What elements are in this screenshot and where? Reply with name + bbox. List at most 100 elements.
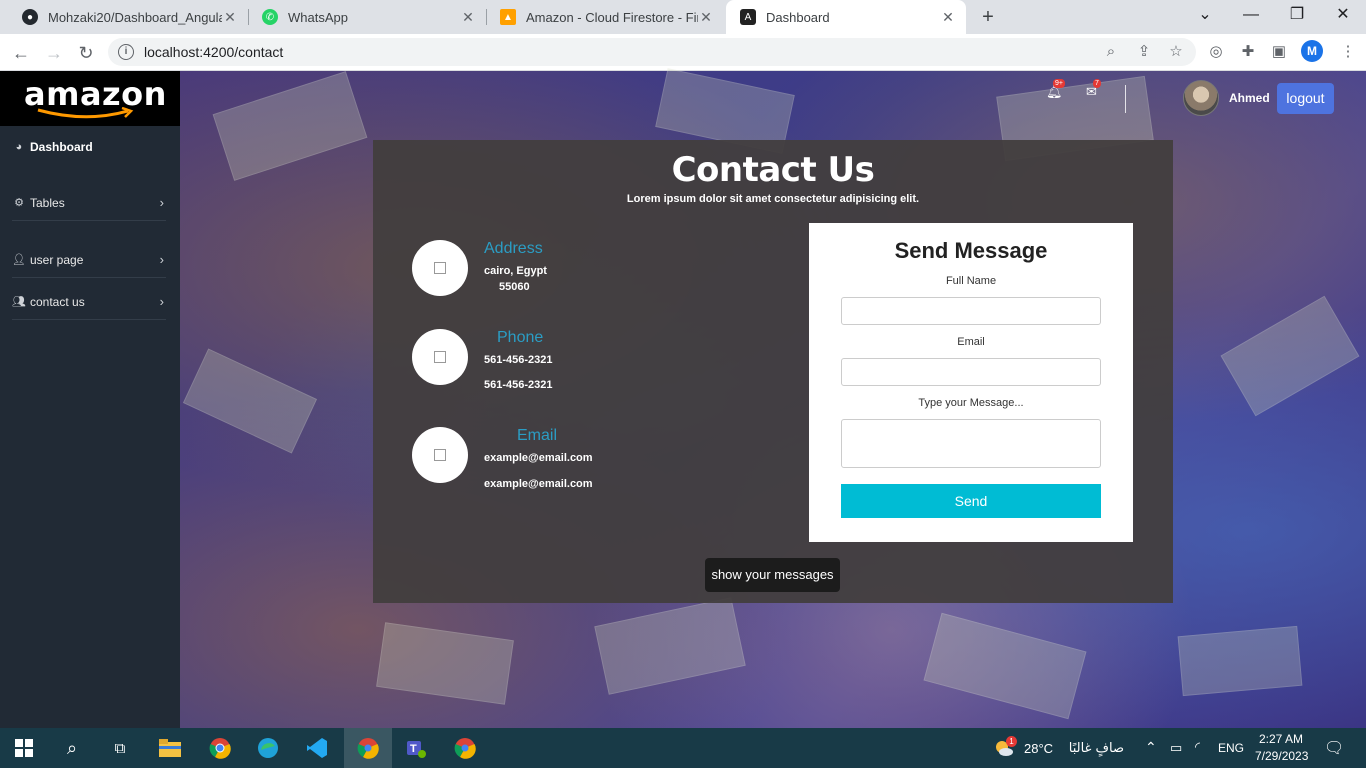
messages-button[interactable]: ✉ 7 (1086, 79, 1101, 100)
send-message-form: Send Message Full Name Email Type your M… (809, 223, 1133, 542)
message-label: Type your Message... (918, 397, 1024, 409)
tab-search-button[interactable]: ⌄ (1182, 0, 1228, 34)
profile-avatar[interactable]: M (1301, 40, 1323, 62)
file-explorer-icon[interactable] (156, 734, 184, 762)
task-view-icon[interactable]: ⧉ (106, 734, 134, 762)
username[interactable]: Ahmed (1229, 91, 1270, 105)
address-icon-circle (412, 240, 468, 296)
address-bar[interactable]: i localhost:4200/contact (108, 38, 1196, 66)
close-icon[interactable]: ✕ (222, 9, 238, 26)
extension-icon[interactable]: ◎ (1206, 42, 1226, 62)
chrome-profile-icon[interactable] (354, 734, 382, 762)
app-root: amazon ◕ Dashboard ⚙ Tables › 👤︎ user pa… (0, 68, 1366, 728)
wifi-icon[interactable]: ◜ (1195, 739, 1200, 755)
minimize-button[interactable]: — (1228, 0, 1274, 34)
close-icon[interactable]: ✕ (460, 9, 476, 26)
reload-button[interactable]: ↻ (73, 40, 99, 66)
email-input[interactable] (841, 358, 1101, 386)
svg-text:T: T (410, 743, 417, 755)
github-icon: ● (22, 9, 38, 25)
share-icon[interactable]: ⇪ (1134, 42, 1154, 62)
close-icon[interactable]: ✕ (698, 9, 714, 26)
email-line: example@email.com (484, 478, 593, 490)
sidebar-item-label: user page (30, 252, 84, 267)
phone-heading: Phone (497, 329, 544, 346)
phone-line: 561-456-2321 (484, 379, 553, 391)
map-marker-icon (434, 262, 446, 274)
tab-title: Amazon - Cloud Firestore - Fireb (526, 9, 698, 25)
contact-card: Contact Us Lorem ipsum dolor sit amet co… (373, 140, 1173, 603)
notification-center-icon[interactable]: 🗨︎ (1324, 738, 1344, 758)
send-button[interactable]: Send (841, 484, 1101, 518)
search-icon[interactable]: ⌕ (58, 734, 86, 762)
sidebar-item-tables[interactable]: ⚙ Tables › (12, 185, 166, 221)
avatar[interactable] (1183, 80, 1219, 116)
users-icon: 👥︎ (12, 296, 26, 308)
firebase-icon: ▲ (500, 9, 516, 25)
user-icon: 👤︎ (12, 254, 26, 266)
sidebar-item-label: contact us (30, 294, 85, 309)
full-name-label: Full Name (945, 275, 997, 287)
address-line: cairo, Egypt (484, 265, 547, 277)
windows-start-icon[interactable] (10, 734, 38, 762)
weather-condition[interactable]: صافٍ غالبًا (1064, 741, 1124, 756)
gear-icon: ⚙ (14, 197, 24, 209)
email-icon (434, 449, 446, 461)
message-textarea[interactable] (841, 419, 1101, 468)
tab-firebase[interactable]: ▲ Amazon - Cloud Firestore - Fireb ✕ (486, 0, 724, 34)
amazon-smile-icon (37, 107, 134, 119)
phone-line: 561-456-2321 (484, 354, 553, 366)
zoom-icon[interactable]: ⌕ (1101, 42, 1121, 62)
browser-tab-strip: ● Mohzaki20/Dashboard_Angular ✕ ✆ WhatsA… (0, 0, 1366, 34)
tab-whatsapp[interactable]: ✆ WhatsApp ✕ (248, 0, 486, 34)
new-tab-button[interactable]: + (976, 5, 1000, 29)
phone-icon (434, 351, 446, 363)
vscode-icon[interactable] (303, 734, 331, 762)
teams-icon[interactable]: T (402, 734, 430, 762)
clock-time[interactable]: 2:27 AM (1259, 732, 1303, 746)
menu-icon[interactable]: ⋮ (1338, 42, 1358, 62)
chrome-second-profile-icon[interactable] (451, 734, 479, 762)
chrome-icon[interactable] (206, 734, 234, 762)
sidebar-item-user-page[interactable]: 👤︎ user page › (12, 242, 166, 278)
address-heading: Address (484, 240, 543, 257)
brand-logo[interactable]: amazon (0, 71, 180, 126)
weather-badge: 1 (1006, 736, 1017, 747)
tab-github[interactable]: ● Mohzaki20/Dashboard_Angular ✕ (8, 0, 248, 34)
topbar-divider (1125, 85, 1126, 113)
language-indicator[interactable]: ENG (1218, 741, 1244, 755)
tab-title: Mohzaki20/Dashboard_Angular (48, 9, 222, 25)
chevron-up-icon[interactable]: ⌃ (1145, 739, 1157, 756)
email-line: example@email.com (484, 452, 593, 464)
side-panel-icon[interactable]: ▣ (1269, 42, 1289, 62)
maximize-button[interactable]: ❐ (1274, 0, 1320, 34)
clock-date[interactable]: 7/29/2023 (1255, 749, 1308, 763)
chevron-right-icon: › (159, 294, 164, 309)
weather-temperature[interactable]: 28°C (1024, 741, 1053, 756)
email-label: Email (957, 336, 985, 348)
show-messages-button[interactable]: show your messages (705, 558, 840, 592)
page-subtitle: Lorem ipsum dolor sit amet consectetur a… (626, 193, 920, 205)
sidebar-item-contact-us[interactable]: 👥︎ contact us › (12, 284, 166, 320)
url-text: localhost:4200/contact (144, 44, 284, 60)
puzzle-icon[interactable]: ✚ (1238, 42, 1258, 62)
battery-icon[interactable]: ▭ (1170, 740, 1182, 756)
edge-icon[interactable] (254, 734, 282, 762)
sidebar-item-dashboard[interactable]: ◕ Dashboard (12, 129, 166, 165)
logout-button[interactable]: logout (1277, 83, 1334, 114)
browser-toolbar: ← → ↻ i localhost:4200/contact ⌕ ⇪ ☆ ◎ ✚… (0, 34, 1366, 71)
notifications-button[interactable]: 🔔︎ 9+ (1046, 79, 1065, 100)
close-icon[interactable]: ✕ (940, 9, 956, 26)
form-title: Send Message (894, 238, 1048, 263)
tab-dashboard[interactable]: A Dashboard ✕ (726, 0, 966, 34)
chevron-right-icon: › (159, 252, 164, 267)
window-close-button[interactable]: ✕ (1320, 0, 1366, 34)
tab-title: Dashboard (766, 9, 830, 25)
back-button[interactable]: ← (8, 40, 34, 66)
palette-icon: ◕ (15, 141, 23, 153)
site-info-icon[interactable]: i (118, 44, 134, 60)
bookmark-star-icon[interactable]: ☆ (1166, 42, 1186, 62)
forward-button[interactable]: → (41, 40, 67, 66)
full-name-input[interactable] (841, 297, 1101, 325)
windows-taskbar: ⌕ ⧉ T 1 28°C صافٍ غالبًا ⌃ ▭ ◜ ENG 2:27 … (0, 728, 1366, 768)
